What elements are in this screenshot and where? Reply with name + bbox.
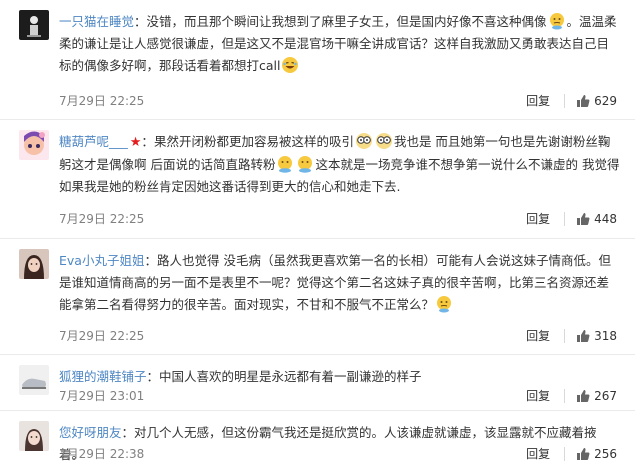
comment-actions: 回复 318 bbox=[526, 326, 617, 346]
timestamp: 7月29日 22:25 bbox=[59, 329, 145, 343]
comment-text-segment: 中国人喜欢的明星是永远都有着一副谦逊的样子 bbox=[159, 369, 422, 384]
username-link[interactable]: 一只猫在睡觉 bbox=[59, 14, 134, 29]
comment-item: 狐狸的潮鞋铺子：中国人喜欢的明星是永远都有着一副谦逊的样子 7月29日 23:0… bbox=[0, 355, 635, 411]
laughing-face-emoji-icon bbox=[281, 56, 299, 74]
username-link[interactable]: Eva小丸子姐姐 bbox=[59, 253, 144, 268]
thumbs-up-icon bbox=[577, 213, 590, 225]
like-count: 448 bbox=[594, 212, 617, 226]
avatar[interactable] bbox=[19, 249, 49, 279]
like-button[interactable]: 629 bbox=[576, 91, 617, 111]
comment-footer: 7月29日 22:25 回复 629 bbox=[59, 91, 617, 111]
comment-text-segment: 没错，而且那个瞬间让我想到了麻里子女王，但是国内好像不喜这种偶像 bbox=[146, 14, 547, 29]
username-link[interactable]: 糖葫芦呢___ bbox=[59, 134, 128, 149]
thumbs-up-icon bbox=[577, 390, 590, 402]
comment-actions: 回复 256 bbox=[526, 444, 617, 464]
comment-text: 糖葫芦呢___ ★：果然开闭粉都更加容易被这样的吸引 我也是 而且她第一句也是先谢谢… bbox=[59, 132, 620, 194]
comment-actions: 回复 448 bbox=[526, 209, 617, 229]
timestamp: 7月29日 22:25 bbox=[59, 212, 145, 226]
comment-item: 您好呀朋友：对几个人无感，但这份霸气我还是挺欣赏的。人该谦虚就谦虚，该显露就不应… bbox=[0, 411, 635, 473]
avatar[interactable] bbox=[19, 365, 49, 395]
avatar[interactable] bbox=[19, 10, 49, 40]
divider bbox=[564, 212, 566, 226]
comment-actions: 回复 267 bbox=[526, 386, 617, 406]
username-link[interactable]: 狐狸的潮鞋铺子 bbox=[59, 369, 147, 384]
like-count: 267 bbox=[594, 389, 617, 403]
comment-item: 一只猫在睡觉：没错，而且那个瞬间让我想到了麻里子女王，但是国内好像不喜这种偶像。… bbox=[0, 0, 635, 120]
reply-button[interactable]: 回复 bbox=[526, 386, 550, 406]
timestamp: 7月29日 22:25 bbox=[59, 94, 145, 108]
comment-item: 糖葫芦呢___ ★：果然开闭粉都更加容易被这样的吸引 我也是 而且她第一句也是先谢谢… bbox=[0, 120, 635, 239]
like-count: 629 bbox=[594, 94, 617, 108]
red-star-icon: ★ bbox=[129, 135, 142, 150]
glasses-emoji-icon bbox=[375, 132, 393, 150]
username-link[interactable]: 您好呀朋友 bbox=[59, 425, 122, 440]
thinking-face-emoji-icon bbox=[435, 295, 453, 313]
comment-footer: 7月29日 23:01 回复 267 bbox=[59, 386, 617, 406]
like-button[interactable]: 267 bbox=[576, 386, 617, 406]
timestamp: 7月29日 22:38 bbox=[59, 447, 145, 461]
avatar[interactable] bbox=[19, 421, 49, 451]
comment-actions: 回复 629 bbox=[526, 91, 617, 111]
glasses-emoji-icon bbox=[355, 132, 373, 150]
divider bbox=[564, 94, 566, 108]
divider bbox=[564, 447, 566, 461]
reply-button[interactable]: 回复 bbox=[526, 91, 550, 111]
comment-text: 一只猫在睡觉：没错，而且那个瞬间让我想到了麻里子女王，但是国内好像不喜这种偶像。… bbox=[59, 12, 617, 74]
comment-footer: 7月29日 22:25 回复 448 bbox=[59, 209, 617, 229]
like-count: 318 bbox=[594, 329, 617, 343]
comment-item: Eva小丸子姐姐：路人也觉得 没毛病（虽然我更喜欢第一名的长相）可能有人会说这妹… bbox=[0, 239, 635, 355]
comment-text: 狐狸的潮鞋铺子：中国人喜欢的明星是永远都有着一副谦逊的样子 bbox=[59, 369, 422, 384]
reply-button[interactable]: 回复 bbox=[526, 326, 550, 346]
reply-button[interactable]: 回复 bbox=[526, 444, 550, 464]
like-button[interactable]: 318 bbox=[576, 326, 617, 346]
like-button[interactable]: 256 bbox=[576, 444, 617, 464]
avatar[interactable] bbox=[19, 130, 49, 160]
comment-footer: 7月29日 22:38 回复 256 bbox=[59, 444, 617, 464]
thumbs-up-icon bbox=[577, 95, 590, 107]
comment-text: Eva小丸子姐姐：路人也觉得 没毛病（虽然我更喜欢第一名的长相）可能有人会说这妹… bbox=[59, 253, 611, 313]
thumbs-up-icon bbox=[577, 448, 590, 460]
comment-text-segment: 果然开闭粉都更加容易被这样的吸引 bbox=[153, 134, 354, 149]
thumbs-up-icon bbox=[577, 330, 590, 342]
reply-button[interactable]: 回复 bbox=[526, 209, 550, 229]
like-button[interactable]: 448 bbox=[576, 209, 617, 229]
doge-emoji-icon bbox=[276, 155, 294, 173]
divider bbox=[564, 389, 566, 403]
thinking-face-emoji-icon bbox=[548, 12, 566, 30]
like-count: 256 bbox=[594, 447, 617, 461]
comment-footer: 7月29日 22:25 回复 318 bbox=[59, 326, 617, 346]
divider bbox=[564, 329, 566, 343]
doge-emoji-icon bbox=[296, 155, 314, 173]
timestamp: 7月29日 23:01 bbox=[59, 389, 145, 403]
